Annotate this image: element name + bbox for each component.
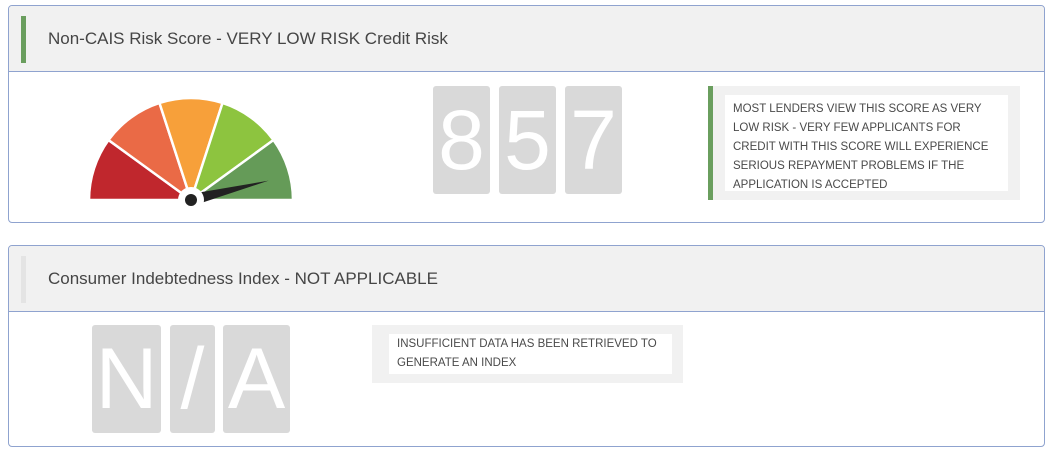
score-digit-3: 7 [565,86,622,194]
description-accent-bar [708,86,713,200]
header-accent-bar [21,16,26,63]
indebtedness-title: Consumer Indebtedness Index - NOT APPLIC… [48,269,438,288]
header-accent-bar [21,256,26,303]
indebtedness-header: Consumer Indebtedness Index - NOT APPLIC… [9,246,1044,312]
risk-score-title: Non-CAIS Risk Score - VERY LOW RISK Cred… [48,29,448,48]
score-digit-1: 8 [433,86,490,194]
risk-score-panel: Non-CAIS Risk Score - VERY LOW RISK Cred… [8,5,1045,223]
risk-description-box: MOST LENDERS VIEW THIS SCORE AS VERY LOW… [708,86,1020,200]
gauge-hub-center [185,194,197,206]
risk-score-header: Non-CAIS Risk Score - VERY LOW RISK Cred… [9,6,1044,72]
indebtedness-panel: Consumer Indebtedness Index - NOT APPLIC… [8,245,1045,447]
index-char-3: A [223,325,290,433]
indebtedness-description-box: INSUFFICIENT DATA HAS BEEN RETRIEVED TO … [372,325,683,383]
risk-description-text: MOST LENDERS VIEW THIS SCORE AS VERY LOW… [725,95,1008,191]
indebtedness-description-text: INSUFFICIENT DATA HAS BEEN RETRIEVED TO … [389,334,672,374]
index-char-1: N [92,325,161,433]
score-digit-2: 5 [499,86,556,194]
index-char-2: / [170,325,215,433]
risk-gauge [87,96,295,211]
